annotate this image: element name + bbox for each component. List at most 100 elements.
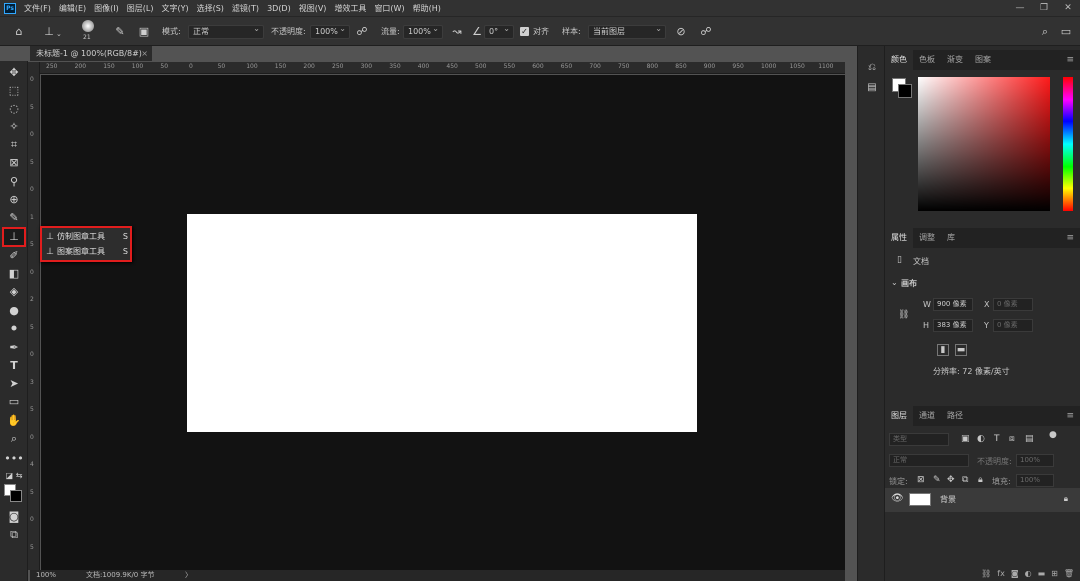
background-color-swatch[interactable] <box>10 490 22 502</box>
tab-patterns[interactable]: 图案 <box>969 50 997 70</box>
lock-position-icon[interactable]: ✥ <box>947 475 955 485</box>
layer-style-icon[interactable]: fx <box>997 566 1005 581</box>
fill-field[interactable]: 100% <box>1016 474 1054 487</box>
layer-row-background[interactable]: 👁︎ 背景 🔒︎ <box>885 488 1080 512</box>
paint-bucket-tool-icon[interactable]: ◈ <box>4 284 24 300</box>
filter-type-icon[interactable]: T <box>994 434 1000 444</box>
history-panel-icon[interactable]: ⎌ <box>865 62 879 76</box>
brush-tool-icon[interactable]: ✎ <box>4 210 24 226</box>
close-window-button[interactable]: ✕ <box>1056 0 1080 16</box>
angle-field[interactable]: 0° <box>484 23 514 39</box>
frame-tool-icon[interactable]: ⊠ <box>4 155 24 171</box>
eyedropper-tool-icon[interactable]: ⚲ <box>4 174 24 190</box>
healing-brush-tool-icon[interactable]: ⊕ <box>4 192 24 208</box>
more-tools-icon[interactable]: ••• <box>4 451 24 467</box>
eraser-tool-icon[interactable]: ◧ <box>4 266 24 282</box>
align-checkbox[interactable]: ✓ <box>520 27 529 36</box>
filter-adjustment-icon[interactable]: ◐ <box>977 434 985 444</box>
menu-filter[interactable]: 滤镜(T) <box>232 3 259 14</box>
pressure-size-icon[interactable]: ☍ <box>699 25 713 39</box>
layer-filter-field[interactable]: 类型 <box>889 433 949 446</box>
default-colors-icon[interactable]: ◪ ⇆ <box>4 468 24 484</box>
document-tab[interactable]: 未标题-1 @ 100%(RGB/8#) × <box>30 46 152 61</box>
menu-image[interactable]: 图像(I) <box>94 3 119 14</box>
path-selection-tool-icon[interactable]: ➤ <box>4 376 24 392</box>
magic-wand-tool-icon[interactable]: ✧ <box>4 119 24 135</box>
search-icon[interactable]: ⌕ <box>1038 25 1052 39</box>
tab-paths[interactable]: 路径 <box>941 406 969 426</box>
mode-select[interactable]: 正常 <box>188 23 264 39</box>
hand-tool-icon[interactable]: ✋ <box>4 413 24 429</box>
close-tab-button[interactable]: × <box>141 46 148 61</box>
menu-select[interactable]: 选择(S) <box>197 3 224 14</box>
home-icon[interactable]: ⌂ <box>12 25 26 39</box>
marquee-tool-icon[interactable]: ⬚ <box>4 83 24 99</box>
layers-panel-menu-icon[interactable]: ≡ <box>1066 406 1074 426</box>
color-picker-field[interactable] <box>918 77 1050 211</box>
tab-adjustments[interactable]: 调整 <box>913 228 941 248</box>
flyout-clone-stamp-item[interactable]: ⊥ 仿制图章工具 S <box>44 230 130 244</box>
move-tool-icon[interactable]: ✥ <box>4 65 24 81</box>
tab-layers[interactable]: 图层 <box>885 406 913 426</box>
background-color-chip[interactable] <box>898 84 912 98</box>
tab-swatches[interactable]: 色板 <box>913 50 941 70</box>
clone-stamp-preset-icon[interactable]: ⊥ <box>42 25 56 39</box>
opacity-field[interactable]: 100% <box>310 23 350 39</box>
lock-transparent-icon[interactable]: ⊠ <box>917 475 925 485</box>
canvas-workspace[interactable] <box>41 75 845 570</box>
tab-libraries[interactable]: 库 <box>941 228 961 248</box>
y-field[interactable]: 0 像素 <box>993 319 1033 332</box>
pressure-opacity-icon[interactable]: ☍ <box>355 25 369 39</box>
new-layer-icon[interactable]: ⊞ <box>1051 566 1058 581</box>
sample-select[interactable]: 当前图层 <box>588 23 666 39</box>
workspace-icon[interactable]: ▭ <box>1059 25 1073 39</box>
zoom-tool-icon[interactable]: ⌕ <box>4 431 24 447</box>
menu-file[interactable]: 文件(F) <box>24 3 51 14</box>
menu-plugins[interactable]: 增效工具 <box>334 3 366 14</box>
portrait-orientation-icon[interactable]: ▮ <box>937 344 949 356</box>
menu-window[interactable]: 窗口(W) <box>374 3 404 14</box>
menu-edit[interactable]: 编辑(E) <box>59 3 86 14</box>
tab-gradients[interactable]: 渐变 <box>941 50 969 70</box>
menu-type[interactable]: 文字(Y) <box>161 3 188 14</box>
lock-image-icon[interactable]: ✎ <box>933 475 941 485</box>
lock-artboard-icon[interactable]: ⧉ <box>962 475 968 485</box>
history-brush-tool-icon[interactable]: ✐ <box>4 248 24 264</box>
menu-3d[interactable]: 3D(D) <box>267 4 291 13</box>
link-dimensions-icon[interactable]: ⛓ <box>898 310 909 320</box>
menu-view[interactable]: 视图(V) <box>299 3 327 14</box>
hue-slider[interactable] <box>1063 77 1073 211</box>
menu-layer[interactable]: 图层(L) <box>127 3 154 14</box>
quick-mask-icon[interactable]: ◙ <box>4 509 24 525</box>
clone-source-icon[interactable]: ▣ <box>137 25 151 39</box>
filter-shape-icon[interactable]: ⧈ <box>1009 434 1015 444</box>
width-field[interactable]: 900 像素 <box>933 298 973 311</box>
properties-panel-menu-icon[interactable]: ≡ <box>1066 228 1074 248</box>
document-canvas[interactable] <box>187 214 697 432</box>
brush-settings-icon[interactable]: ✎ <box>113 25 127 39</box>
delete-layer-icon[interactable]: 🗑︎ <box>1064 566 1074 581</box>
filter-toggle-icon[interactable]: ● <box>1049 430 1057 440</box>
filter-smart-object-icon[interactable]: ▤ <box>1025 434 1034 444</box>
zoom-level[interactable]: 100% <box>36 570 56 581</box>
flyout-pattern-stamp-item[interactable]: ⊥ 图案图章工具 S <box>44 245 130 259</box>
add-mask-icon[interactable]: ◙ <box>1011 566 1019 581</box>
new-group-icon[interactable]: ▬ <box>1038 566 1046 581</box>
screen-mode-icon[interactable]: ⧉ <box>4 527 24 543</box>
comments-panel-icon[interactable]: ▤ <box>865 82 879 96</box>
pen-tool-icon[interactable]: ✒ <box>4 340 24 356</box>
airbrush-icon[interactable]: ↝ <box>450 25 464 39</box>
menu-help[interactable]: 帮助(H) <box>413 3 441 14</box>
ignore-adjustment-icon[interactable]: ⊘ <box>674 25 688 39</box>
tab-channels[interactable]: 通道 <box>913 406 941 426</box>
filter-pixel-icon[interactable]: ▣ <box>961 434 970 444</box>
tab-properties[interactable]: 属性 <box>885 228 913 248</box>
link-layers-icon[interactable]: ⛓ <box>981 566 991 581</box>
flow-field[interactable]: 100% <box>403 23 443 39</box>
layer-opacity-field[interactable]: 100% <box>1016 454 1054 467</box>
preset-dropdown-icon[interactable]: ⌄ <box>56 27 62 41</box>
collapse-chevron-icon[interactable]: ⌄ <box>891 278 898 287</box>
visibility-eye-icon[interactable]: 👁︎ <box>891 493 904 504</box>
x-field[interactable]: 0 像素 <box>993 298 1033 311</box>
lock-all-icon[interactable]: 🔒︎ <box>978 475 983 485</box>
